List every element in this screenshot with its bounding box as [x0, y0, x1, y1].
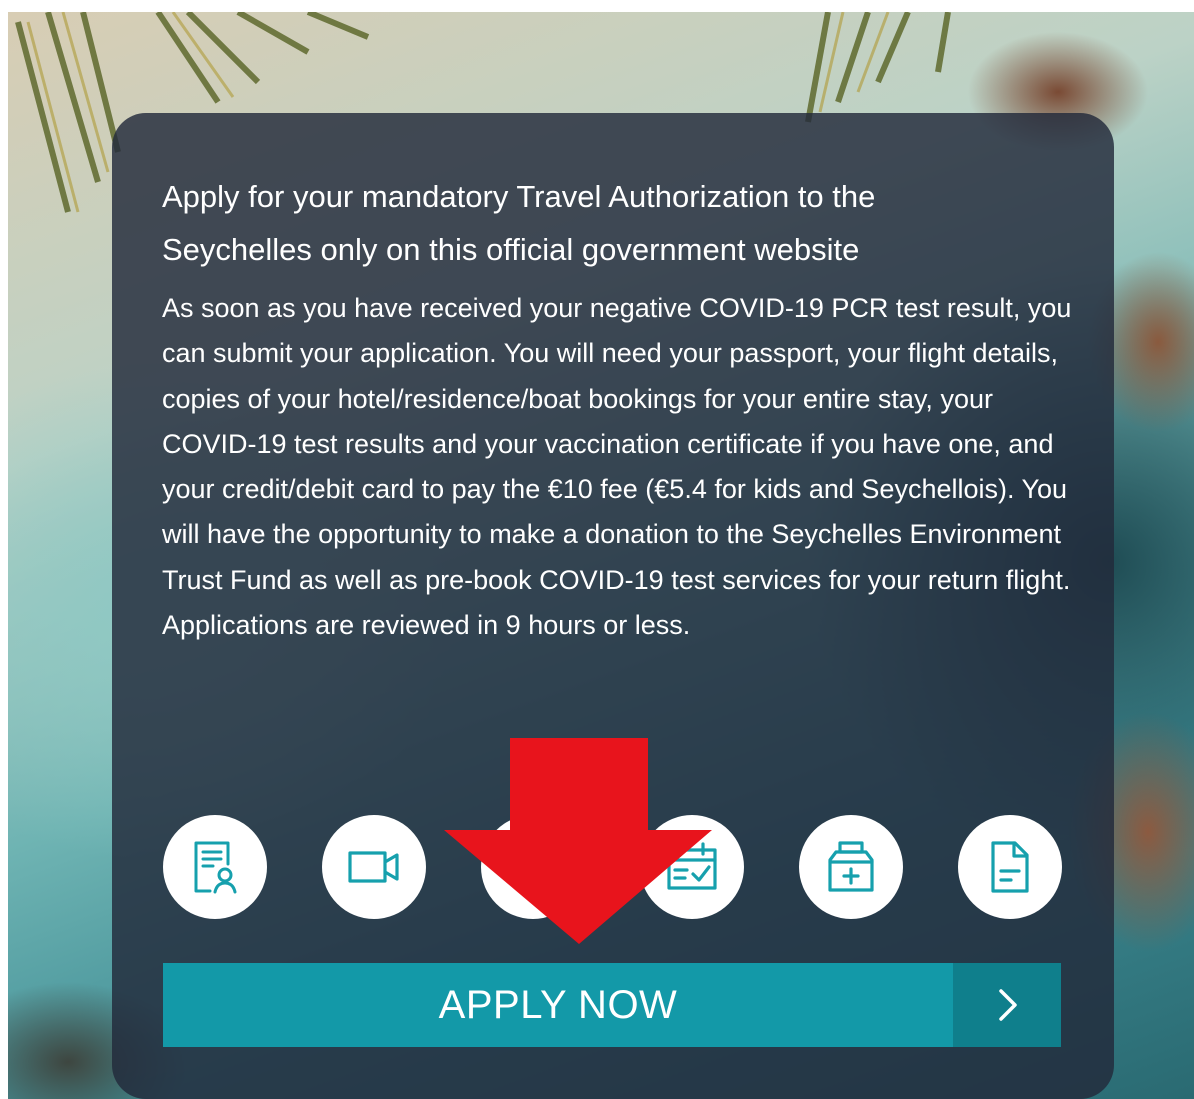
application-description: As soon as you have received your negati…	[162, 293, 1072, 641]
step-video	[322, 815, 426, 919]
step-passport	[163, 815, 267, 919]
apply-chevron-box	[953, 963, 1061, 1047]
video-camera-icon	[348, 851, 399, 883]
medical-kit-icon	[828, 841, 874, 892]
document-icon	[991, 841, 1029, 893]
page-title: Apply for your mandatory Travel Authoriz…	[162, 179, 876, 267]
step-booking	[640, 815, 744, 919]
step-document	[958, 815, 1062, 919]
step-medical	[799, 815, 903, 919]
chevron-right-icon	[999, 989, 1017, 1021]
passport-document-icon	[194, 841, 237, 894]
calendar-check-icon	[667, 842, 717, 890]
step-flight	[481, 815, 585, 919]
apply-now-button[interactable]: APPLY NOW	[163, 963, 1061, 1047]
apply-now-label: APPLY NOW	[438, 982, 678, 1027]
flight-icon	[512, 856, 558, 884]
